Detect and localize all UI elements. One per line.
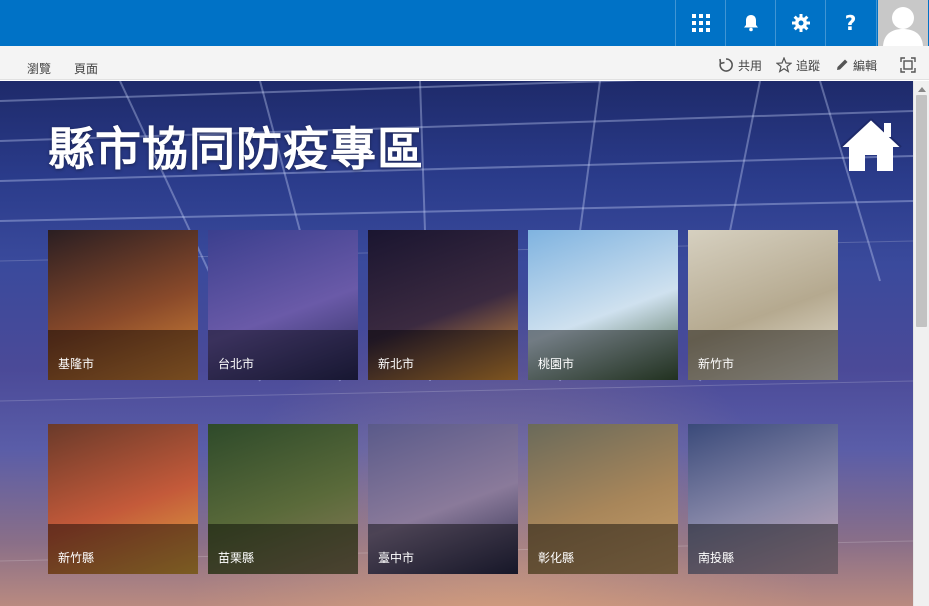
- share-label: 共用: [738, 58, 763, 73]
- ribbon: 瀏覽 頁面 共用 追蹤 編輯: [0, 46, 929, 80]
- fullscreen-icon: [900, 57, 916, 73]
- tile-label: 彰化縣: [538, 551, 575, 565]
- notifications-button[interactable]: [725, 0, 775, 46]
- follow-button[interactable]: 追蹤: [776, 56, 820, 74]
- tile-label: 桃園市: [538, 357, 575, 371]
- app-launcher-icon: [691, 14, 710, 32]
- star-icon: [776, 57, 792, 73]
- tile-keelung[interactable]: 基隆市: [48, 230, 198, 380]
- tab-browse[interactable]: 瀏覽: [27, 60, 51, 77]
- tile-hsinchu-county[interactable]: 新竹縣: [48, 424, 198, 574]
- avatar: [878, 0, 928, 46]
- share-icon: [719, 58, 733, 72]
- tile-nantou[interactable]: 南投縣: [688, 424, 838, 574]
- tile-label: 南投縣: [698, 551, 735, 565]
- tile-taichung[interactable]: 臺中市: [368, 424, 518, 574]
- tile-label: 苗栗縣: [218, 551, 255, 565]
- gear-icon: [791, 14, 810, 32]
- bell-icon: [743, 15, 758, 32]
- tile-miaoli[interactable]: 苗栗縣: [208, 424, 358, 574]
- tile-taipei[interactable]: 台北市: [208, 230, 358, 380]
- tile-label: 台北市: [218, 357, 255, 371]
- tile-hsinchu-city[interactable]: 新竹市: [688, 230, 838, 380]
- suite-bar: ?: [0, 0, 929, 46]
- tile-changhua[interactable]: 彰化縣: [528, 424, 678, 574]
- follow-label: 追蹤: [796, 58, 821, 73]
- main-content: 縣市協同防疫專區 基隆市 台北市 新北市 桃園市 新竹市 新竹縣 苗栗縣 臺中市…: [0, 81, 913, 606]
- edit-button[interactable]: 編輯: [835, 56, 877, 74]
- page-title: 縣市協同防疫專區: [48, 122, 424, 176]
- edit-label: 編輯: [853, 58, 878, 73]
- tile-taoyuan[interactable]: 桃園市: [528, 230, 678, 380]
- tile-label: 臺中市: [378, 551, 415, 565]
- user-silhouette-icon: [878, 0, 928, 46]
- help-icon: ?: [844, 11, 857, 35]
- tile-label: 新竹市: [698, 357, 735, 371]
- tab-page[interactable]: 頁面: [74, 60, 98, 77]
- home-button[interactable]: [838, 115, 904, 173]
- settings-button[interactable]: [775, 0, 825, 46]
- tile-new-taipei[interactable]: 新北市: [368, 230, 518, 380]
- user-avatar-button[interactable]: [876, 0, 929, 46]
- help-button[interactable]: ?: [825, 0, 875, 46]
- scroll-up-icon[interactable]: [918, 87, 926, 92]
- vertical-scrollbar[interactable]: [913, 81, 929, 606]
- home-icon: [840, 118, 902, 171]
- tile-label: 基隆市: [58, 357, 95, 371]
- tile-label: 新北市: [378, 357, 415, 371]
- focus-mode-button[interactable]: [900, 56, 916, 74]
- pencil-icon: [837, 59, 848, 70]
- share-button[interactable]: 共用: [718, 56, 762, 74]
- scroll-thumb[interactable]: [916, 95, 927, 327]
- tile-label: 新竹縣: [58, 551, 95, 565]
- app-launcher-button[interactable]: [675, 0, 725, 46]
